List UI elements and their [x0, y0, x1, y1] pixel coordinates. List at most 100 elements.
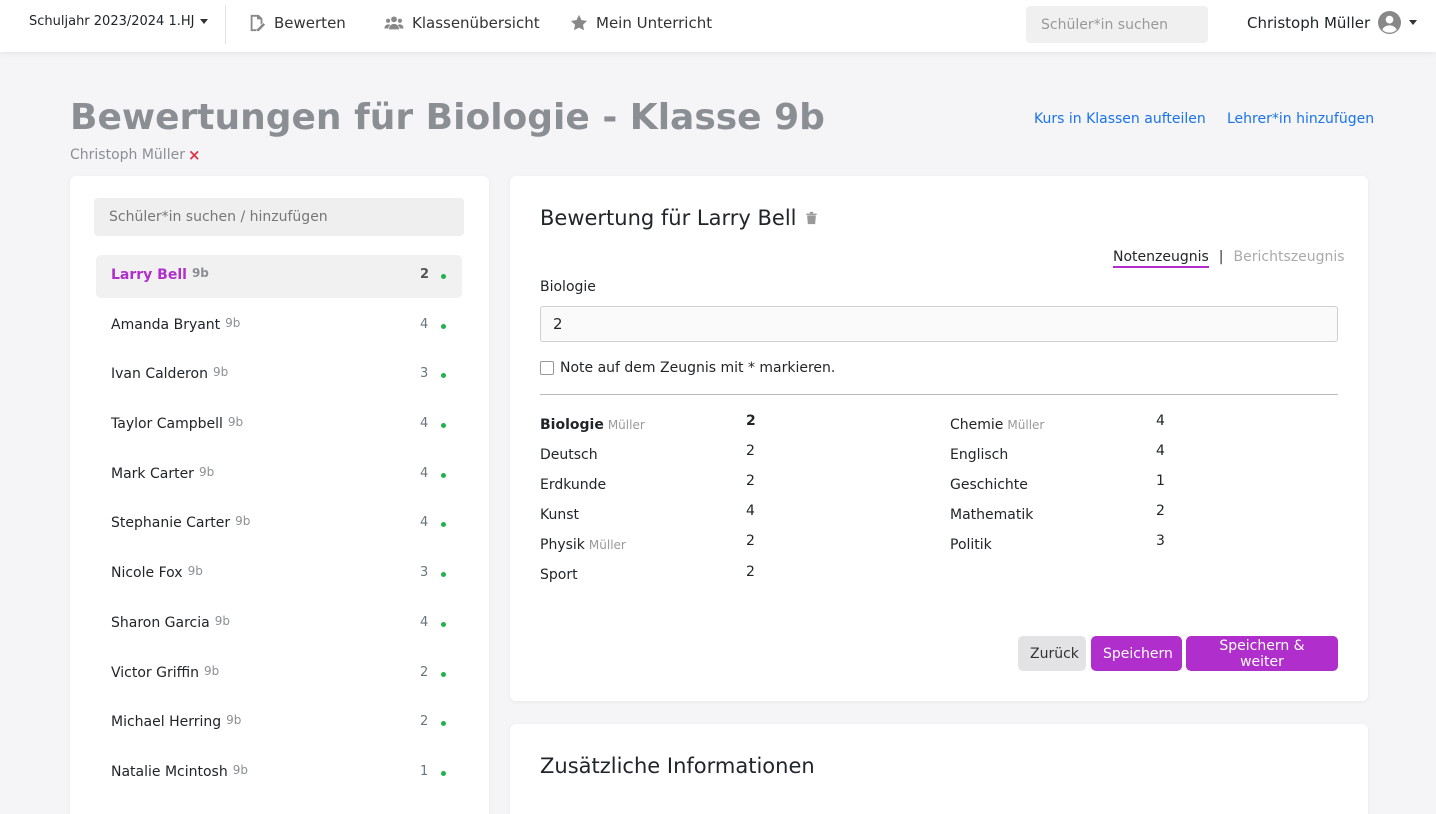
- page-title: Bewertungen für Biologie - Klasse 9b: [70, 97, 825, 138]
- grade-value-kunst: 4: [746, 503, 755, 519]
- student-item-nicole-fox[interactable]: Nicole Fox 9b 3: [96, 553, 462, 596]
- grade-subject-englisch: Englisch: [950, 447, 1009, 463]
- grade-subject-biologie: Biologie Müller: [540, 417, 645, 433]
- add-teacher-link[interactable]: Lehrer*in hinzufügen: [1227, 111, 1374, 127]
- student-class: 9b: [225, 316, 241, 330]
- grade-value-geschichte: 1: [1156, 473, 1165, 489]
- student-grade: 2: [420, 665, 429, 680]
- grade-field-label: Biologie: [540, 279, 596, 295]
- student-item-amanda-bryant[interactable]: Amanda Bryant 9b 4: [96, 305, 462, 348]
- student-class: 9b: [204, 664, 220, 678]
- course-teacher: Christoph Müller ×: [70, 146, 201, 164]
- status-dot: [441, 622, 446, 627]
- grade-subject-physik: Physik Müller: [540, 537, 626, 553]
- save-button[interactable]: Speichern: [1091, 636, 1182, 671]
- grade-value-erdkunde: 2: [746, 473, 755, 489]
- grade-subject-sport: Sport: [540, 567, 578, 583]
- user-name: Christoph Müller: [1247, 13, 1371, 32]
- tab-grade-report[interactable]: Notenzeugnis: [1113, 249, 1209, 268]
- student-grade: 4: [420, 416, 429, 431]
- status-dot: [441, 324, 446, 329]
- student-grade: 3: [420, 366, 429, 381]
- student-item-michael-herring[interactable]: Michael Herring 9b 2: [96, 702, 462, 745]
- assessment-title: Bewertung für Larry Bell: [540, 206, 797, 230]
- additional-info-card: Zusätzliche Informationen: [510, 724, 1368, 814]
- grade-subject-geschichte: Geschichte: [950, 477, 1028, 493]
- star-mark-label: Note auf dem Zeugnis mit * markieren.: [560, 360, 836, 376]
- navbar-student-search-input[interactable]: [1026, 6, 1208, 43]
- grade-subject-erdkunde: Erdkunde: [540, 477, 607, 493]
- status-dot: [441, 522, 446, 527]
- nav-my-lessons-link[interactable]: Mein Unterricht: [570, 14, 712, 32]
- student-class: 9b: [226, 713, 242, 727]
- grade-teacher: Müller: [1007, 418, 1045, 432]
- grade-value-politik: 3: [1156, 533, 1165, 549]
- student-name: Sharon Garcia: [111, 615, 210, 631]
- grade-subject-chemie: Chemie Müller: [950, 417, 1045, 433]
- status-dot: [441, 473, 446, 478]
- grade-subject-kunst: Kunst: [540, 507, 580, 523]
- student-item-larry-bell[interactable]: Larry Bell 9b 2: [96, 255, 462, 298]
- student-name: Stephanie Carter: [111, 515, 231, 531]
- nav-grade-link[interactable]: Bewerten: [248, 14, 346, 32]
- grade-value-deutsch: 2: [746, 443, 755, 459]
- chevron-down-icon: [200, 19, 209, 24]
- top-navbar: Schuljahr 2023/2024 1.HJ Bewerten Klasse…: [0, 0, 1436, 52]
- student-item-sharon-garcia[interactable]: Sharon Garcia 9b 4: [96, 603, 462, 646]
- student-grade: 4: [420, 317, 429, 332]
- chevron-down-icon: [1409, 20, 1418, 25]
- student-item-stephanie-carter[interactable]: Stephanie Carter 9b 4: [96, 503, 462, 546]
- student-list-panel: Larry Bell 9b 2 Amanda Bryant 9b 4 Ivan Ca…: [70, 176, 489, 814]
- grade-value-sport: 2: [746, 564, 755, 580]
- school-year-dropdown[interactable]: Schuljahr 2023/2024 1.HJ: [29, 14, 209, 29]
- student-item-mark-carter[interactable]: Mark Carter 9b 4: [96, 454, 462, 497]
- student-class: 9b: [232, 763, 248, 777]
- student-class: 9b: [212, 365, 229, 379]
- student-item-taylor-campbell[interactable]: Taylor Campbell 9b 4: [96, 404, 462, 447]
- grade-value-englisch: 4: [1156, 443, 1165, 459]
- edit-document-icon: [250, 14, 266, 32]
- status-dot: [441, 373, 446, 378]
- star-mark-checkbox[interactable]: [540, 361, 554, 375]
- nav-divider: [225, 5, 226, 44]
- report-type-tabs: Notenzeugnis | Berichtszeugnis: [1113, 249, 1345, 268]
- student-name: Mark Carter: [111, 466, 194, 482]
- grade-subject-deutsch: Deutsch: [540, 447, 598, 463]
- tab-separator: |: [1218, 249, 1224, 265]
- nav-class-overview-link[interactable]: Klassenübersicht: [384, 14, 540, 32]
- status-dot: [441, 274, 446, 279]
- grade-input[interactable]: [540, 306, 1338, 342]
- student-name: Taylor Campbell: [111, 416, 223, 432]
- status-dot: [441, 721, 446, 726]
- trash-icon[interactable]: [805, 211, 818, 225]
- nav-grade-label: Bewerten: [274, 14, 346, 32]
- grade-subject-politik: Politik: [950, 537, 992, 553]
- assessment-card: Bewertung für Larry Bell Notenzeugnis | …: [510, 176, 1368, 701]
- student-name: Natalie Mcintosh: [111, 764, 228, 780]
- additional-info-title: Zusätzliche Informationen: [540, 754, 815, 778]
- student-grade: 1: [420, 764, 429, 779]
- user-menu[interactable]: Christoph Müller: [1247, 11, 1418, 34]
- star-mark-option: Note auf dem Zeugnis mit * markieren.: [540, 360, 835, 376]
- status-dot: [441, 423, 446, 428]
- student-item-ivan-calderon[interactable]: Ivan Calderon 9b 3: [96, 354, 462, 397]
- student-class: 9b: [214, 614, 230, 628]
- tab-written-report[interactable]: Berichtszeugnis: [1234, 249, 1345, 265]
- remove-teacher-icon[interactable]: ×: [188, 146, 201, 164]
- student-search-input[interactable]: [94, 198, 464, 236]
- divider: [540, 394, 1338, 395]
- star-icon: [570, 14, 588, 31]
- status-dot: [441, 672, 446, 677]
- grade-value-mathematik: 2: [1156, 503, 1165, 519]
- student-grade: 2: [420, 267, 430, 282]
- grade-teacher: Müller: [607, 418, 645, 432]
- student-item-natalie-mcintosh[interactable]: Natalie Mcintosh 9b 1: [96, 752, 462, 795]
- back-button[interactable]: Zurück: [1018, 636, 1086, 671]
- student-item-victor-griffin[interactable]: Victor Griffin 9b 2: [96, 653, 462, 696]
- split-course-link[interactable]: Kurs in Klassen aufteilen: [1034, 111, 1206, 127]
- grade-value-chemie: 4: [1156, 413, 1165, 429]
- student-grade: 4: [420, 615, 429, 630]
- save-and-next-button[interactable]: Speichern & weiter: [1186, 636, 1338, 671]
- student-name: Amanda Bryant: [111, 317, 221, 333]
- student-name: Ivan Calderon: [111, 366, 208, 382]
